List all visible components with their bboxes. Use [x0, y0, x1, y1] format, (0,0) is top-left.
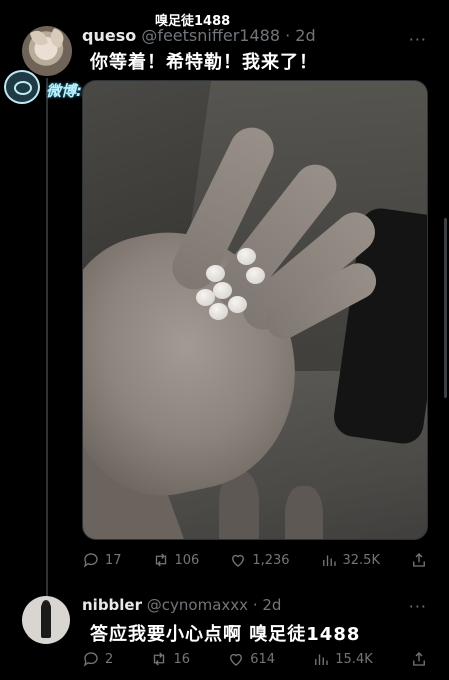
tweet-header: queso @feetsniffer1488 · 2d — [82, 26, 316, 45]
share-icon — [413, 652, 425, 666]
tweet-action-bar: 17 106 1,236 32.5K — [82, 551, 428, 569]
timestamp[interactable]: 2d — [295, 26, 315, 45]
like-button[interactable]: 1,236 — [229, 551, 290, 569]
pill — [209, 303, 228, 320]
pill — [206, 265, 225, 282]
share-icon — [413, 553, 425, 567]
retweet-count: 16 — [173, 651, 191, 667]
retweet-button[interactable]: 106 — [152, 551, 200, 569]
user-handle[interactable]: @cynomaxxx — [147, 596, 248, 614]
separator-dot: · — [285, 26, 291, 45]
reply-button[interactable]: 2 — [82, 650, 113, 668]
retweet-icon — [155, 553, 166, 567]
like-button[interactable]: 614 — [227, 650, 275, 668]
share-button[interactable] — [410, 650, 428, 668]
reply-count: 2 — [105, 651, 114, 667]
timestamp[interactable]: 2d — [262, 596, 281, 614]
foot-shape — [285, 486, 323, 539]
retweet-button[interactable]: 16 — [150, 650, 190, 668]
display-name[interactable]: nibbler — [82, 596, 142, 614]
pill — [237, 248, 256, 265]
reply-text: 答应我要小心点啊 嗅足徒1488 — [90, 624, 361, 645]
like-count: 614 — [250, 651, 276, 667]
tweet-text: 你等着！希特勒！我来了！ — [90, 52, 318, 73]
reply-action-bar: 2 16 614 15.4K — [82, 650, 428, 668]
reply-header: nibbler @cynomaxxx · 2d — [82, 596, 281, 614]
scrollbar[interactable] — [444, 218, 447, 398]
heart-icon — [232, 554, 245, 567]
view-count: 15.4K — [335, 651, 373, 667]
thread-connector-line — [46, 78, 48, 598]
views-button[interactable]: 32.5K — [320, 551, 380, 569]
retweet-count: 106 — [174, 552, 200, 568]
like-count: 1,236 — [252, 552, 290, 568]
view-count: 32.5K — [342, 552, 380, 568]
pill — [246, 267, 265, 284]
weibo-logo-icon — [4, 70, 40, 104]
display-name[interactable]: queso — [82, 26, 136, 45]
more-options-icon[interactable]: ··· — [409, 30, 427, 49]
pill — [213, 282, 232, 299]
user-handle[interactable]: @feetsniffer1488 — [141, 26, 280, 45]
pill — [196, 289, 215, 306]
more-options-icon[interactable]: ··· — [409, 597, 427, 616]
retweet-icon — [154, 652, 165, 666]
avatar[interactable] — [22, 596, 70, 644]
reply-icon — [83, 553, 98, 568]
analytics-icon — [315, 654, 328, 665]
separator-dot: · — [252, 596, 258, 614]
pill — [228, 296, 247, 313]
reply-count: 17 — [105, 552, 122, 568]
reply-icon — [83, 652, 98, 667]
heart-icon — [230, 653, 243, 666]
analytics-icon — [322, 555, 336, 566]
reply-button[interactable]: 17 — [82, 551, 122, 569]
tweet-photo[interactable] — [82, 80, 428, 540]
views-button[interactable]: 15.4K — [312, 650, 373, 668]
share-button[interactable] — [410, 551, 428, 569]
